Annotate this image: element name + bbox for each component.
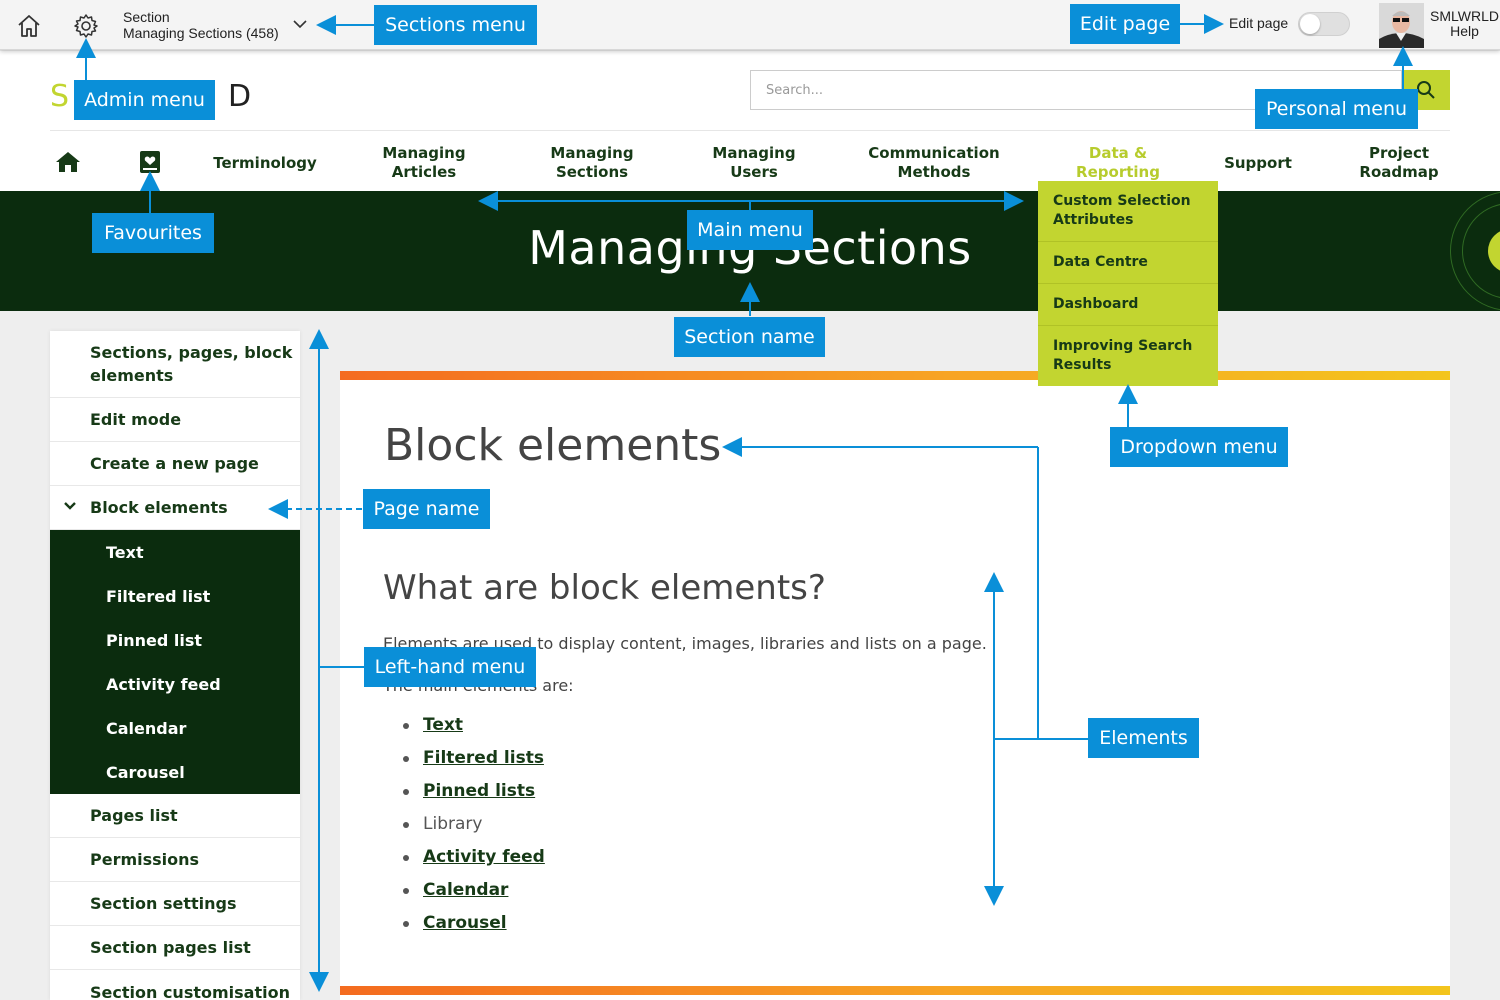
dropdown-menu: Custom Selection Attributes Data Centre …	[1038, 181, 1218, 386]
nav-item-managing-articles[interactable]: Managing Articles	[369, 143, 479, 183]
nav-item-support[interactable]: Support	[1224, 143, 1292, 183]
page-title: Block elements	[384, 420, 722, 471]
list-bullet	[403, 723, 409, 729]
left-hand-menu: Sections, pages, block elements Edit mod…	[50, 331, 300, 1000]
left-submenu-item-text[interactable]: Text	[50, 530, 300, 574]
section-select[interactable]: Section Managing Sections (458)	[123, 9, 279, 41]
nav-item-project-roadmap[interactable]: Project Roadmap	[1349, 143, 1449, 183]
edit-page-label: Edit page	[1229, 15, 1289, 31]
nav-item-terminology[interactable]: Terminology	[213, 143, 317, 183]
header-divider	[50, 130, 1450, 131]
site-logo[interactable]: S D	[50, 79, 251, 114]
dropdown-item-data-centre[interactable]: Data Centre	[1038, 242, 1218, 284]
left-menu-item-section-pages-list[interactable]: Section pages list	[50, 926, 300, 970]
left-menu-item-edit-mode[interactable]: Edit mode	[50, 398, 300, 442]
left-menu-item-permissions[interactable]: Permissions	[50, 838, 300, 882]
callout-dropdown-menu: Dropdown menu	[1110, 427, 1288, 467]
home-icon[interactable]	[14, 11, 44, 41]
callout-sections-menu: Sections menu	[374, 5, 537, 45]
list-bullet	[403, 789, 409, 795]
left-menu-item-section-settings[interactable]: Section settings	[50, 882, 300, 926]
callout-personal-menu: Personal menu	[1255, 89, 1418, 129]
element-link-text[interactable]: Text	[423, 715, 463, 735]
left-submenu-item-calendar[interactable]: Calendar	[50, 706, 300, 750]
user-name: SMLWRLD	[1430, 8, 1499, 24]
list-bullet	[403, 822, 409, 828]
section-value: Managing Sections (458)	[123, 25, 279, 41]
callout-elements: Elements	[1088, 718, 1199, 758]
chevron-down-icon[interactable]	[64, 501, 76, 511]
list-bullet	[403, 756, 409, 762]
dropdown-item-dashboard[interactable]: Dashboard	[1038, 284, 1218, 326]
search-icon	[1417, 81, 1435, 99]
left-menu-item-create-new-page[interactable]: Create a new page	[50, 442, 300, 486]
nav-item-data-reporting[interactable]: Data & Reporting	[1068, 143, 1168, 183]
favourites-icon[interactable]	[139, 150, 161, 178]
element-link-activity-feed[interactable]: Activity feed	[423, 847, 545, 867]
list-bullet	[403, 888, 409, 894]
personal-menu[interactable]: SMLWRLD Help	[1430, 9, 1499, 39]
gear-icon[interactable]	[71, 11, 101, 41]
element-link-calendar[interactable]: Calendar	[423, 880, 508, 900]
callout-left-hand-menu: Left-hand menu	[364, 647, 536, 687]
left-submenu-item-pinned-list[interactable]: Pinned list	[50, 618, 300, 662]
left-submenu-item-carousel[interactable]: Carousel	[50, 750, 300, 794]
logo-start: S	[50, 79, 72, 114]
element-link-filtered-lists[interactable]: Filtered lists	[423, 748, 544, 768]
admin-bar: Section Managing Sections (458) Edit pag…	[0, 0, 1500, 50]
avatar[interactable]	[1379, 3, 1424, 48]
element-library: Library	[423, 814, 483, 834]
content-accent-bar	[340, 371, 1450, 380]
left-menu-item-pages-list[interactable]: Pages list	[50, 794, 300, 838]
chevron-down-icon[interactable]	[292, 18, 308, 30]
left-menu-item-section-customisation[interactable]: Section customisation	[50, 970, 300, 1000]
callout-edit-page: Edit page	[1070, 4, 1180, 44]
left-menu-item-block-elements[interactable]: Block elements	[50, 486, 300, 530]
nav-item-communication-methods[interactable]: Communication Methods	[864, 143, 1004, 183]
left-submenu-item-activity-feed[interactable]: Activity feed	[50, 662, 300, 706]
edit-page-toggle[interactable]	[1298, 12, 1350, 36]
element-link-pinned-lists[interactable]: Pinned lists	[423, 781, 535, 801]
page-subtitle: What are block elements?	[383, 568, 826, 608]
nav-item-managing-sections[interactable]: Managing Sections	[537, 143, 647, 183]
section-label: Section	[123, 9, 170, 25]
left-submenu-item-filtered-list[interactable]: Filtered list	[50, 574, 300, 618]
callout-section-name: Section name	[674, 317, 825, 357]
list-bullet	[403, 921, 409, 927]
toggle-knob	[1300, 14, 1320, 34]
logo-end: D	[228, 79, 254, 114]
callout-page-name: Page name	[363, 489, 490, 529]
left-menu-item-sections-pages-block-elements[interactable]: Sections, pages, block elements	[50, 331, 300, 398]
dropdown-item-improving-search-results[interactable]: Improving Search Results	[1038, 326, 1218, 386]
dropdown-item-custom-selection-attributes[interactable]: Custom Selection Attributes	[1038, 181, 1218, 242]
section-banner: Managing Sections	[0, 191, 1500, 311]
nav-item-managing-users[interactable]: Managing Users	[704, 143, 804, 183]
nav-home-icon[interactable]	[55, 150, 81, 178]
callout-admin-menu: Admin menu	[74, 80, 215, 120]
help-link[interactable]: Help	[1430, 24, 1499, 39]
element-link-carousel[interactable]: Carousel	[423, 913, 507, 933]
callout-main-menu: Main menu	[687, 210, 813, 250]
callout-favourites: Favourites	[92, 213, 214, 253]
list-bullet	[403, 855, 409, 861]
content-accent-bar	[340, 986, 1450, 995]
